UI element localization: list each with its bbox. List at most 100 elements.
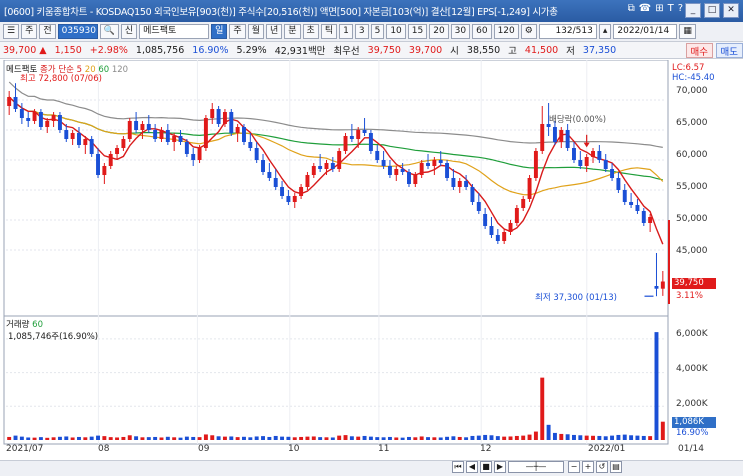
volume-bar [38,437,43,440]
volume-bar [470,435,475,440]
date-field[interactable]: 2022/01/14 [613,24,678,39]
settings-icon[interactable]: ⚙ [520,24,537,39]
interval-1[interactable]: 1 [339,24,353,39]
min-price-label: 최저 37,300 (01/13) [535,293,617,303]
period-second[interactable]: 초 [302,24,319,39]
candle-body [235,127,240,133]
candle-body [299,187,304,196]
next-icon[interactable]: ▶ [494,461,506,473]
candle-body [286,196,291,202]
interval-120[interactable]: 120 [493,24,519,39]
x-tick-1: 08 [98,444,110,454]
last-volume-pct: 16.90% [676,428,709,438]
help-icon[interactable]: ? [678,3,683,14]
search-icon[interactable]: 🔍 [99,24,119,39]
volume-bar [210,435,215,440]
candle-body [140,124,145,130]
menu-toggle-icon[interactable]: ☰ [3,24,20,39]
candle-body [146,124,151,130]
stock-name-field[interactable]: 메드팩토 [139,24,210,39]
candle-body [375,151,380,160]
zoom-in-icon[interactable]: + [582,461,594,473]
candle-body [445,163,450,178]
interval-5[interactable]: 5 [370,24,385,39]
volume-bar [356,436,361,440]
volume-bar [172,437,177,440]
volume-bar [159,437,164,440]
candle-body [115,148,120,154]
high-price: 41,500 [524,44,559,56]
maximize-button[interactable]: □ [704,3,720,18]
interval-30[interactable]: 30 [450,24,471,39]
text-icon[interactable]: T [668,3,674,14]
volume-bar [432,437,437,440]
interval-60[interactable]: 60 [472,24,492,39]
candle-body [514,208,519,223]
ask-price: 39,750 [367,44,401,56]
last-volume-tag: 1,086K [672,417,716,428]
period-day[interactable]: 일 [211,24,228,39]
sell-button[interactable]: 매도 [715,43,743,58]
period-month[interactable]: 월 [247,24,264,39]
mode-select-1[interactable]: 주 [21,24,38,39]
stock-code-input[interactable]: 035930 [57,24,98,39]
volume-bar [70,437,75,440]
candle-body [7,97,12,106]
zoom-slider[interactable]: —┼— [508,461,564,473]
window-title: [0600] 키움종합차트 - KOSDAQ150 외국인보유[903(천)] … [4,7,558,18]
volume-bar [140,437,145,440]
close-button[interactable]: ✕ [723,3,739,18]
reset-view-icon[interactable]: ↺ [596,461,608,473]
window-list-icon[interactable]: ⧉ [628,3,635,14]
candle-body [610,169,615,178]
interval-20[interactable]: 20 [429,24,449,39]
price-range-marker [668,220,670,304]
price-change: 1,150 [54,44,82,56]
candle-body [83,139,88,145]
y-tick-70000: 70,000 [676,86,708,96]
volume-bar [407,436,411,440]
volume-bar [654,332,659,440]
buy-button[interactable]: 매수 [685,43,713,58]
volume-bar [349,436,354,440]
interval-10[interactable]: 10 [386,24,406,39]
candle-body [77,133,81,145]
stop-icon[interactable]: ■ [480,461,492,473]
count-spinner-icon[interactable]: ▴ [598,24,612,39]
candle-body [407,172,411,184]
chart-scrollbar[interactable] [0,460,743,476]
volume-value: 1,085,756 [135,44,185,56]
stock-prefix[interactable]: 신 [120,24,138,39]
volume-bar [419,436,424,440]
candle-body [172,136,177,142]
volume-bar [261,436,265,440]
interval-15[interactable]: 15 [407,24,428,39]
volume-bar [413,437,418,440]
period-week[interactable]: 주 [229,24,246,39]
period-year[interactable]: 년 [265,24,283,39]
candle-body [70,133,75,139]
candle-body [489,226,494,235]
prev-icon[interactable]: ◀ [466,461,478,473]
period-tick[interactable]: 틱 [320,24,338,39]
minimize-button[interactable]: _ [685,3,701,18]
volume-bar [330,437,335,440]
volume-bar [591,435,595,440]
volume-bar [572,434,576,440]
volume-bar [299,436,304,440]
pin-icon[interactable]: ⊞ [655,3,663,14]
volume-bar [375,437,380,440]
interval-3[interactable]: 3 [354,24,369,39]
period-minute[interactable]: 분 [284,24,301,39]
volume-bar [394,437,399,440]
stock-chart[interactable] [0,60,743,460]
bar-count-field[interactable]: 132/513 [538,24,597,39]
mode-select-2[interactable]: 전 [39,24,56,39]
layout-icon[interactable]: ▤ [610,461,622,473]
calendar-icon[interactable]: ▦ [679,24,696,39]
alert-icon[interactable]: ☎ [639,3,651,14]
first-icon[interactable]: ⏮ [452,461,464,473]
candle-body [559,130,564,142]
candle-body [222,112,227,124]
zoom-out-icon[interactable]: − [568,461,580,473]
